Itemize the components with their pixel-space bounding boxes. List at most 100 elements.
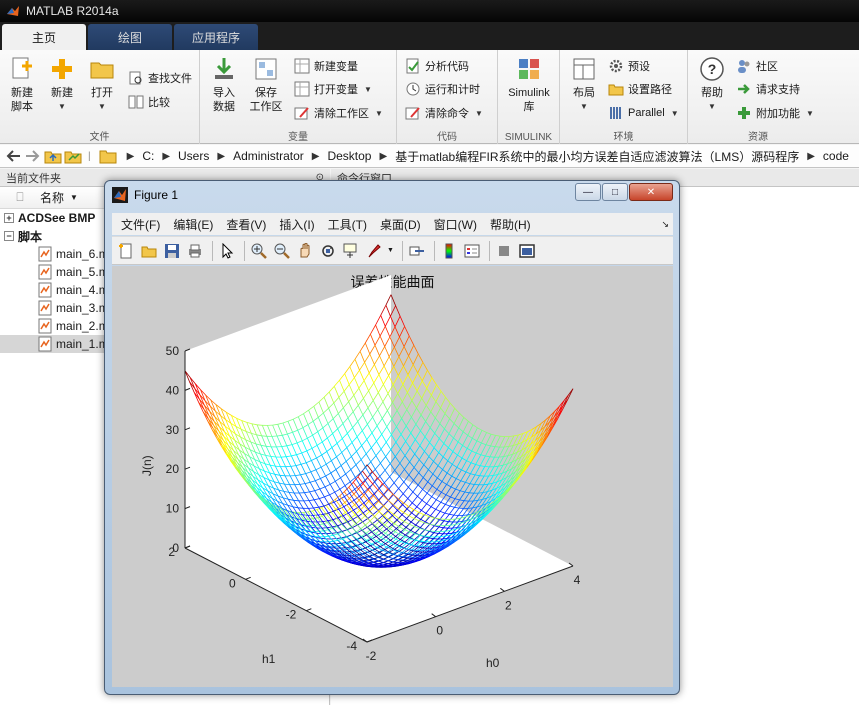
clear-workspace-button[interactable]: 清除工作区 ▼ xyxy=(294,103,383,123)
figure-canvas[interactable]: 误差性能曲面 0 10 20 30 40 50 -4 -2 0 2 -2 0 2 4 J(n) h1 h0 xyxy=(112,266,673,687)
add-ons-button[interactable]: 附加功能 ▼ xyxy=(736,103,814,123)
new-script-button[interactable]: 新建 脚本 xyxy=(0,56,44,114)
menu-tools[interactable]: 工具(T) xyxy=(328,216,367,233)
mesh-line xyxy=(443,443,449,448)
colorbar-icon[interactable] xyxy=(439,241,459,261)
back-arrow-icon[interactable] xyxy=(4,148,22,164)
menu-window[interactable]: 窗口(W) xyxy=(434,216,477,233)
clear-workspace-dropdown-icon[interactable]: ▼ xyxy=(375,109,383,118)
sort-arrow-icon[interactable]: ▼ xyxy=(70,193,78,202)
y-axis-label: h1 xyxy=(262,652,276,666)
new-button[interactable]: 新建 ▼ xyxy=(40,56,84,114)
simulink-library-button[interactable]: Simulink 库 xyxy=(504,56,554,114)
analyze-code-button[interactable]: 分析代码 xyxy=(405,56,469,76)
mesh-line xyxy=(418,451,425,460)
parallel-button[interactable]: Parallel ▼ xyxy=(608,103,679,123)
mesh-line xyxy=(416,380,423,392)
add-ons-dropdown-icon[interactable]: ▼ xyxy=(806,109,814,118)
print-icon[interactable] xyxy=(185,241,205,261)
figure-title-bar[interactable]: Figure 1 — □ ✕ xyxy=(105,181,679,209)
layout-button[interactable]: 布局 ▼ xyxy=(562,56,606,114)
community-button[interactable]: 社区 xyxy=(736,56,778,76)
up-folder-icon[interactable] xyxy=(44,148,62,164)
link-icon[interactable] xyxy=(407,241,427,261)
legend-icon[interactable] xyxy=(462,241,482,261)
preferences-label: 预设 xyxy=(628,61,650,73)
forward-arrow-icon[interactable] xyxy=(24,148,42,164)
request-support-button[interactable]: 请求支持 xyxy=(736,79,800,99)
zoom-out-icon[interactable] xyxy=(272,241,292,261)
new-figure-icon[interactable] xyxy=(116,241,136,261)
open-variable-dropdown-icon[interactable]: ▼ xyxy=(364,85,372,94)
pan-icon[interactable] xyxy=(295,241,315,261)
close-button[interactable]: ✕ xyxy=(629,183,673,201)
name-column-header[interactable]: 名称 xyxy=(40,189,64,206)
mesh-line xyxy=(461,469,467,473)
tab-home[interactable]: 主页 xyxy=(2,24,86,50)
path-segment-project[interactable]: 基于matlab编程FIR系统中的最小均方误差自适应滤波算法（LMS）源码程序 xyxy=(395,148,799,165)
open-button[interactable]: 打开 ▼ xyxy=(80,56,124,114)
path-segment-drive[interactable]: C: xyxy=(142,149,154,163)
brush-dropdown-icon[interactable]: ▼ xyxy=(387,247,394,254)
rotate-icon[interactable] xyxy=(318,241,338,261)
save-icon[interactable] xyxy=(162,241,182,261)
mesh-line xyxy=(392,375,399,385)
open-variable-button[interactable]: 打开变量 ▼ xyxy=(294,79,372,99)
browse-folder-icon[interactable] xyxy=(64,148,82,164)
mesh-line xyxy=(402,384,408,393)
find-files-button[interactable]: 查找文件 xyxy=(128,68,192,88)
mesh-line xyxy=(407,374,413,384)
zoom-in-icon[interactable] xyxy=(249,241,269,261)
m-file-icon xyxy=(38,282,52,298)
mesh-line xyxy=(434,433,440,439)
mesh-line xyxy=(425,411,432,422)
parallel-label: Parallel xyxy=(628,107,665,119)
compare-button[interactable]: 比较 xyxy=(128,92,170,112)
dock-arrow-icon[interactable]: ↘ xyxy=(661,219,669,230)
hide-tools-icon[interactable] xyxy=(494,241,514,261)
mesh-line xyxy=(463,492,470,501)
menu-help[interactable]: 帮助(H) xyxy=(490,216,531,233)
clear-commands-dropdown-icon[interactable]: ▼ xyxy=(475,109,483,118)
mesh-line xyxy=(449,402,456,409)
menu-view[interactable]: 查看(V) xyxy=(226,216,266,233)
save-workspace-button[interactable]: 保存 工作区 xyxy=(244,56,288,114)
path-segment-users[interactable]: Users xyxy=(178,149,209,163)
mesh-line xyxy=(453,423,459,429)
mesh-line xyxy=(457,445,463,456)
help-button[interactable]: ? 帮助 ▼ xyxy=(690,56,734,114)
run-and-time-button[interactable]: 运行和计时 xyxy=(405,79,480,99)
import-data-button[interactable]: 导入 数据 xyxy=(202,56,246,114)
minimize-button[interactable]: — xyxy=(575,183,601,201)
mesh-line xyxy=(494,436,501,447)
clear-commands-button[interactable]: 清除命令 ▼ xyxy=(405,103,483,123)
tab-plots[interactable]: 绘图 xyxy=(88,24,172,50)
new-variable-button[interactable]: 新建变量 xyxy=(294,56,358,76)
tab-apps[interactable]: 应用程序 xyxy=(174,24,258,50)
open-icon[interactable] xyxy=(139,241,159,261)
path-segment-code[interactable]: code xyxy=(823,149,849,163)
parallel-dropdown-icon[interactable]: ▼ xyxy=(671,109,679,118)
simulink-label-1: Simulink xyxy=(508,87,550,99)
data-cursor-icon[interactable] xyxy=(341,241,361,261)
maximize-button[interactable]: □ xyxy=(602,183,628,201)
menu-file[interactable]: 文件(F) xyxy=(121,216,160,233)
y-tick-label: 2 xyxy=(168,545,175,559)
brush-icon[interactable] xyxy=(364,241,384,261)
expand-icon[interactable]: + xyxy=(4,213,14,223)
surface-plot[interactable]: 01020304050-4-202-2024 xyxy=(112,266,673,687)
menu-insert[interactable]: 插入(I) xyxy=(279,216,314,233)
dock-icon[interactable] xyxy=(517,241,537,261)
pointer-icon[interactable] xyxy=(217,241,237,261)
menu-edit[interactable]: 编辑(E) xyxy=(173,216,213,233)
mesh-line xyxy=(421,398,427,406)
path-segment-administrator[interactable]: Administrator xyxy=(233,149,304,163)
set-path-button[interactable]: 设置路径 xyxy=(608,79,672,99)
path-segment-desktop[interactable]: Desktop xyxy=(327,149,371,163)
mesh-line xyxy=(418,464,425,474)
mesh-line xyxy=(477,427,483,431)
preferences-button[interactable]: 预设 xyxy=(608,56,650,76)
menu-desktop[interactable]: 桌面(D) xyxy=(380,216,421,233)
mesh-line xyxy=(404,469,410,476)
collapse-icon[interactable]: − xyxy=(4,231,14,241)
